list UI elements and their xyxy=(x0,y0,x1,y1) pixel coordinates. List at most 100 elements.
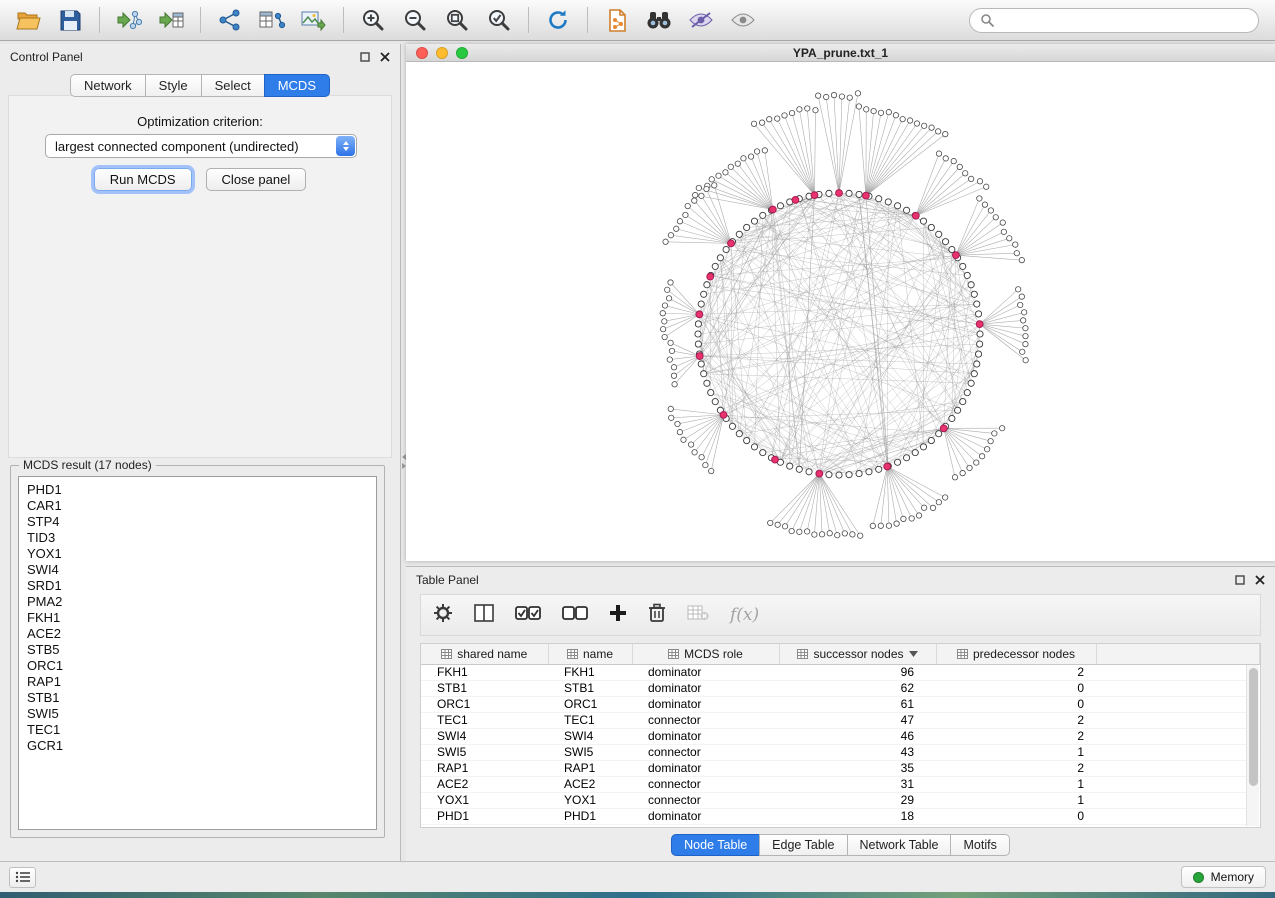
refresh-icon xyxy=(546,8,570,32)
node-table-body: FKH1FKH1dominator962STB1STB1dominator620… xyxy=(421,664,1260,824)
export-image-button[interactable] xyxy=(296,4,332,36)
search-input[interactable] xyxy=(1000,13,1248,27)
table-row[interactable]: ORC1ORC1dominator610 xyxy=(421,696,1260,712)
tab-node-table[interactable]: Node Table xyxy=(671,834,760,856)
zoom-out-button[interactable] xyxy=(397,4,433,36)
mcds-result-title: MCDS result (17 nodes) xyxy=(19,458,156,472)
apply-layout-button[interactable] xyxy=(540,4,576,36)
search-field[interactable] xyxy=(969,8,1259,33)
mcds-result-item[interactable]: STB1 xyxy=(19,690,376,706)
table-options-button[interactable] xyxy=(433,603,453,628)
table-row[interactable]: RAP1RAP1dominator352 xyxy=(421,760,1260,776)
eye-slash-icon xyxy=(688,11,714,29)
hide-details-button[interactable] xyxy=(683,4,719,36)
image-export-icon xyxy=(301,9,327,31)
deselect-all-button[interactable] xyxy=(562,605,588,626)
criterion-dropdown[interactable]: largest connected component (undirected) xyxy=(45,134,357,158)
scrollbar-thumb[interactable] xyxy=(1249,668,1258,786)
mcds-result-item[interactable]: SRD1 xyxy=(19,578,376,594)
criterion-value: largest connected component (undirected) xyxy=(46,139,335,154)
mcds-result-item[interactable]: GCR1 xyxy=(19,738,376,754)
window-minimize-button[interactable] xyxy=(436,47,448,59)
mcds-result-list[interactable]: PHD1CAR1STP4TID3YOX1SWI4SRD1PMA2FKH1ACE2… xyxy=(18,476,377,830)
mcds-result-item[interactable]: ORC1 xyxy=(19,658,376,674)
find-button[interactable] xyxy=(641,4,677,36)
mcds-result-item[interactable]: YOX1 xyxy=(19,546,376,562)
tab-motifs[interactable]: Motifs xyxy=(950,834,1009,856)
mcds-result-item[interactable]: PMA2 xyxy=(19,594,376,610)
dropdown-stepper-icon xyxy=(336,136,355,156)
save-session-button[interactable] xyxy=(52,4,88,36)
table-scrollbar[interactable] xyxy=(1246,665,1259,826)
table-network-icon xyxy=(259,9,285,31)
zoom-selected-icon xyxy=(487,8,511,32)
new-network-button[interactable] xyxy=(212,4,248,36)
network-canvas[interactable] xyxy=(406,62,1275,560)
column-header-successor-nodes[interactable]: successor nodes xyxy=(779,644,936,664)
delete-table-button[interactable] xyxy=(687,605,709,626)
window-close-button[interactable] xyxy=(416,47,428,59)
table-row[interactable]: ACE2ACE2connector311 xyxy=(421,776,1260,792)
status-menu-button[interactable] xyxy=(9,867,36,888)
column-header-predecessor-nodes[interactable]: predecessor nodes xyxy=(936,644,1096,664)
toggle-columns-button[interactable] xyxy=(474,604,494,627)
float-panel-icon[interactable] xyxy=(360,52,370,62)
column-header-mcds-role[interactable]: MCDS role xyxy=(632,644,779,664)
export-network-button[interactable] xyxy=(599,4,635,36)
mcds-result-item[interactable]: TID3 xyxy=(19,530,376,546)
mcds-result-item[interactable]: RAP1 xyxy=(19,674,376,690)
add-column-button[interactable] xyxy=(609,604,627,627)
tab-mcds[interactable]: MCDS xyxy=(264,74,330,97)
save-icon xyxy=(60,10,81,31)
window-zoom-button[interactable] xyxy=(456,47,468,59)
optimization-criterion-label: Optimization criterion: xyxy=(0,114,400,129)
table-row[interactable]: SWI5SWI5connector431 xyxy=(421,744,1260,760)
mcds-result-item[interactable]: PHD1 xyxy=(19,482,376,498)
network-window-titlebar[interactable]: YPA_prune.txt_1 xyxy=(406,44,1275,62)
tab-network-table[interactable]: Network Table xyxy=(847,834,952,856)
mcds-result-item[interactable]: SWI5 xyxy=(19,706,376,722)
import-table-button[interactable] xyxy=(153,4,189,36)
close-panel-icon[interactable] xyxy=(380,52,390,62)
open-session-button[interactable] xyxy=(10,4,46,36)
float-panel-icon[interactable] xyxy=(1235,575,1245,585)
table-toolbar: f(x) xyxy=(420,594,1261,636)
mcds-result-item[interactable]: SWI4 xyxy=(19,562,376,578)
table-row[interactable]: STB1STB1dominator620 xyxy=(421,680,1260,696)
network-view-window: YPA_prune.txt_1 xyxy=(406,44,1275,561)
tab-network[interactable]: Network xyxy=(70,74,146,97)
show-details-button[interactable] xyxy=(725,4,761,36)
table-row[interactable]: YOX1YOX1connector291 xyxy=(421,792,1260,808)
table-row[interactable]: FKH1FKH1dominator962 xyxy=(421,664,1260,680)
function-builder-button[interactable]: f(x) xyxy=(730,605,759,625)
zoom-in-button[interactable] xyxy=(355,4,391,36)
table-row[interactable]: PHD1PHD1dominator180 xyxy=(421,808,1260,824)
table-row[interactable]: TEC1TEC1connector472 xyxy=(421,712,1260,728)
delete-button[interactable] xyxy=(648,603,666,628)
sort-chevron-icon xyxy=(909,651,918,657)
network-from-table-button[interactable] xyxy=(254,4,290,36)
mcds-result-item[interactable]: STB5 xyxy=(19,642,376,658)
mcds-result-item[interactable]: FKH1 xyxy=(19,610,376,626)
memory-button[interactable]: Memory xyxy=(1181,866,1266,888)
zoom-fit-button[interactable] xyxy=(439,4,475,36)
run-mcds-button[interactable]: Run MCDS xyxy=(94,168,192,191)
zoom-out-icon xyxy=(403,8,427,32)
tab-style[interactable]: Style xyxy=(145,74,202,97)
close-panel-icon[interactable] xyxy=(1255,575,1265,585)
zoom-selected-button[interactable] xyxy=(481,4,517,36)
select-all-button[interactable] xyxy=(515,605,541,626)
table-grid-icon xyxy=(567,649,578,659)
close-panel-button[interactable]: Close panel xyxy=(206,168,307,191)
table-row[interactable]: SWI4SWI4dominator462 xyxy=(421,728,1260,744)
mcds-result-item[interactable]: ACE2 xyxy=(19,626,376,642)
mcds-result-item[interactable]: TEC1 xyxy=(19,722,376,738)
mcds-result-item[interactable]: CAR1 xyxy=(19,498,376,514)
import-network-button[interactable] xyxy=(111,4,147,36)
tab-select[interactable]: Select xyxy=(201,74,265,97)
column-header-name[interactable]: name xyxy=(548,644,632,664)
columns-icon xyxy=(474,604,494,622)
mcds-result-item[interactable]: STP4 xyxy=(19,514,376,530)
column-header-shared-name[interactable]: shared name xyxy=(421,644,548,664)
tab-edge-table[interactable]: Edge Table xyxy=(759,834,847,856)
